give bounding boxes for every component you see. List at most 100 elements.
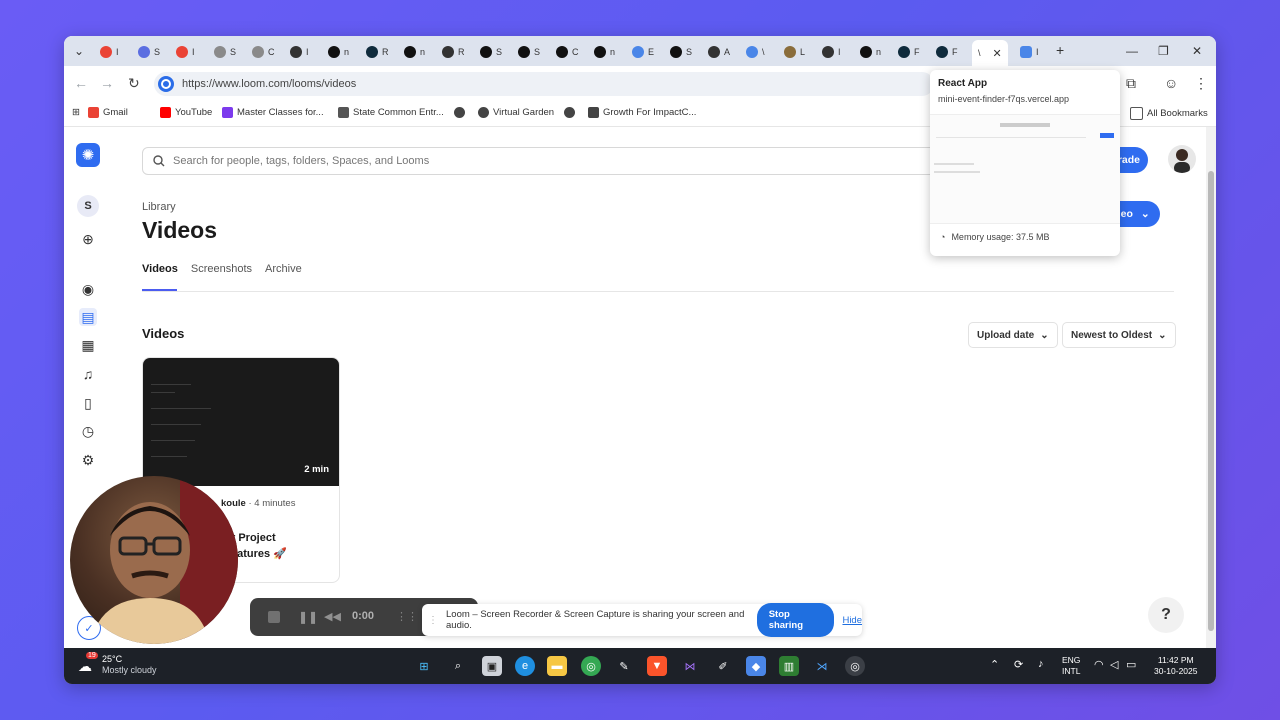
weather-text[interactable]: 25°C Mostly cloudy [102, 654, 157, 676]
scrollbar-thumb[interactable] [1208, 171, 1214, 631]
tab-screenshots[interactable]: Screenshots [191, 263, 252, 275]
edge-icon[interactable]: e [515, 656, 535, 676]
bookmark-item[interactable]: State Common Entr... [338, 107, 444, 118]
paint-icon[interactable]: ✐ [713, 656, 733, 676]
bookmark-item[interactable]: Growth For ImpactC... [588, 107, 696, 118]
battery-icon[interactable]: ▭ [1126, 658, 1136, 671]
browser-tab[interactable]: I [822, 42, 841, 62]
bookmark-item[interactable] [564, 107, 575, 118]
upload-date-filter[interactable]: Upload date ⌄ [968, 322, 1058, 348]
clock-icon[interactable]: ◷ [79, 422, 97, 440]
tab-archive[interactable]: Archive [265, 263, 302, 275]
rewind-icon[interactable]: ◀◀ [324, 610, 341, 623]
minimize-icon[interactable]: — [1126, 44, 1138, 58]
add-user-icon[interactable]: ⊕ [79, 230, 97, 248]
hide-link[interactable]: Hide [842, 615, 862, 626]
wifi-icon[interactable]: ◠ [1094, 658, 1104, 671]
library-icon[interactable]: ▤ [79, 308, 97, 326]
tab-search-chevron-icon[interactable]: ⌄ [74, 44, 84, 58]
taskbar-search-icon[interactable]: ⌕ [448, 656, 468, 676]
video-thumbnail[interactable]: 2 min [143, 358, 339, 486]
page-scrollbar[interactable] [1206, 127, 1216, 648]
browser-tab[interactable]: I [290, 42, 309, 62]
browser-tab[interactable]: S [214, 42, 236, 62]
task-view-icon[interactable]: ▣ [482, 656, 502, 676]
file-explorer-icon[interactable]: ▬ [547, 656, 567, 676]
chrome-active-icon[interactable]: ◎ [845, 656, 865, 676]
back-arrow-icon[interactable]: ← [74, 75, 88, 91]
vscode-icon[interactable]: ⋊ [812, 656, 832, 676]
tab-active[interactable]: \ ✕ [972, 40, 1008, 66]
browser-tab[interactable]: S [480, 42, 502, 62]
site-info-icon[interactable] [158, 76, 174, 92]
browser-tab[interactable]: R [442, 42, 465, 62]
address-bar[interactable]: https://www.loom.com/looms/videos [154, 72, 934, 96]
brave-icon[interactable]: ▼ [647, 656, 667, 676]
sync-icon[interactable]: ⟳ [1014, 658, 1023, 671]
profile-icon[interactable]: ☺ [1164, 75, 1178, 91]
pause-icon[interactable]: ❚❚ [298, 610, 318, 624]
browser-tab[interactable]: E [632, 42, 654, 62]
account-icon[interactable]: ◉ [79, 280, 97, 298]
browser-tab[interactable]: L [784, 42, 805, 62]
search-bar[interactable]: Search for people, tags, folders, Spaces… [142, 147, 944, 175]
apps-grid-icon[interactable]: ⊞ [72, 107, 80, 118]
browser-tab[interactable]: S [138, 42, 160, 62]
all-bookmarks[interactable]: All Bookmarks [1130, 107, 1208, 120]
video-title[interactable]: r Project eatures 🚀 [231, 530, 287, 562]
restore-icon[interactable]: ❐ [1158, 44, 1169, 58]
tab-close-icon[interactable]: ✕ [993, 47, 1002, 60]
extensions-icon[interactable]: ⧉ [1126, 75, 1136, 92]
drag-handle-icon[interactable]: ⋮⋮ [396, 610, 418, 623]
browser-tab[interactable]: C [252, 42, 275, 62]
bookmark-item[interactable]: YouTube [160, 107, 212, 118]
browser-tab[interactable]: n [594, 42, 615, 62]
bookmark-item[interactable]: Master Classes for... [222, 107, 324, 118]
tab-videos[interactable]: Videos [142, 263, 178, 275]
forward-arrow-icon[interactable]: → [100, 75, 114, 91]
bookmark-item[interactable] [454, 107, 465, 118]
browser-tab[interactable]: I [100, 42, 119, 62]
browser-tab[interactable]: C [556, 42, 579, 62]
microphone-icon[interactable]: ♪ [1038, 658, 1044, 670]
bell-icon[interactable]: ♫ [79, 365, 97, 383]
sticky-app-icon[interactable]: ✎ [614, 656, 634, 676]
tab-last[interactable]: I [1020, 42, 1039, 62]
volume-icon[interactable]: ◁ [1110, 658, 1118, 671]
sort-order-filter[interactable]: Newest to Oldest ⌄ [1062, 322, 1176, 348]
browser-tab[interactable]: n [860, 42, 881, 62]
weather-widget[interactable]: ☁ 19 [78, 652, 100, 674]
language-indicator[interactable]: ENG INTL [1062, 655, 1080, 677]
browser-tab[interactable]: I [176, 42, 195, 62]
cube-app-icon[interactable]: ◆ [746, 656, 766, 676]
bookmark-item[interactable]: Virtual Garden [478, 107, 554, 118]
help-button[interactable]: ? [1148, 597, 1184, 633]
user-avatar[interactable] [1168, 145, 1196, 173]
stop-sharing-button[interactable]: Stop sharing [756, 603, 835, 637]
workspace-avatar[interactable]: S [77, 195, 99, 217]
tray-chevron-up-icon[interactable]: ⌃ [990, 658, 999, 671]
browser-tab[interactable]: n [404, 42, 425, 62]
chrome-icon[interactable]: ◎ [581, 656, 601, 676]
browser-tab[interactable]: R [366, 42, 389, 62]
stop-icon[interactable] [268, 611, 280, 623]
loom-logo-icon[interactable]: ✺ [76, 143, 100, 167]
browser-tab[interactable]: S [518, 42, 540, 62]
windows-start-icon[interactable]: ⊞ [414, 656, 434, 676]
reload-icon[interactable]: ↻ [128, 75, 140, 92]
calendar-icon[interactable]: ▦ [79, 336, 97, 354]
clock[interactable]: 11:42 PM 30-10-2025 [1154, 655, 1197, 677]
visual-studio-icon[interactable]: ⋈ [680, 656, 700, 676]
browser-tab[interactable]: F [936, 42, 958, 62]
browser-tab[interactable]: S [670, 42, 692, 62]
webcam-bubble[interactable] [70, 476, 238, 644]
browser-menu-icon[interactable]: ⋮ [1194, 75, 1208, 92]
breadcrumb[interactable]: Library [142, 201, 176, 213]
bookmark-icon[interactable]: ▯ [79, 394, 97, 412]
close-window-icon[interactable]: ✕ [1192, 44, 1202, 58]
bookmark-item[interactable]: Gmail [88, 107, 128, 118]
settings-gear-icon[interactable]: ⚙ [79, 451, 97, 469]
browser-tab[interactable]: n [328, 42, 349, 62]
browser-tab[interactable]: \ [746, 42, 765, 62]
browser-tab[interactable]: F [898, 42, 920, 62]
